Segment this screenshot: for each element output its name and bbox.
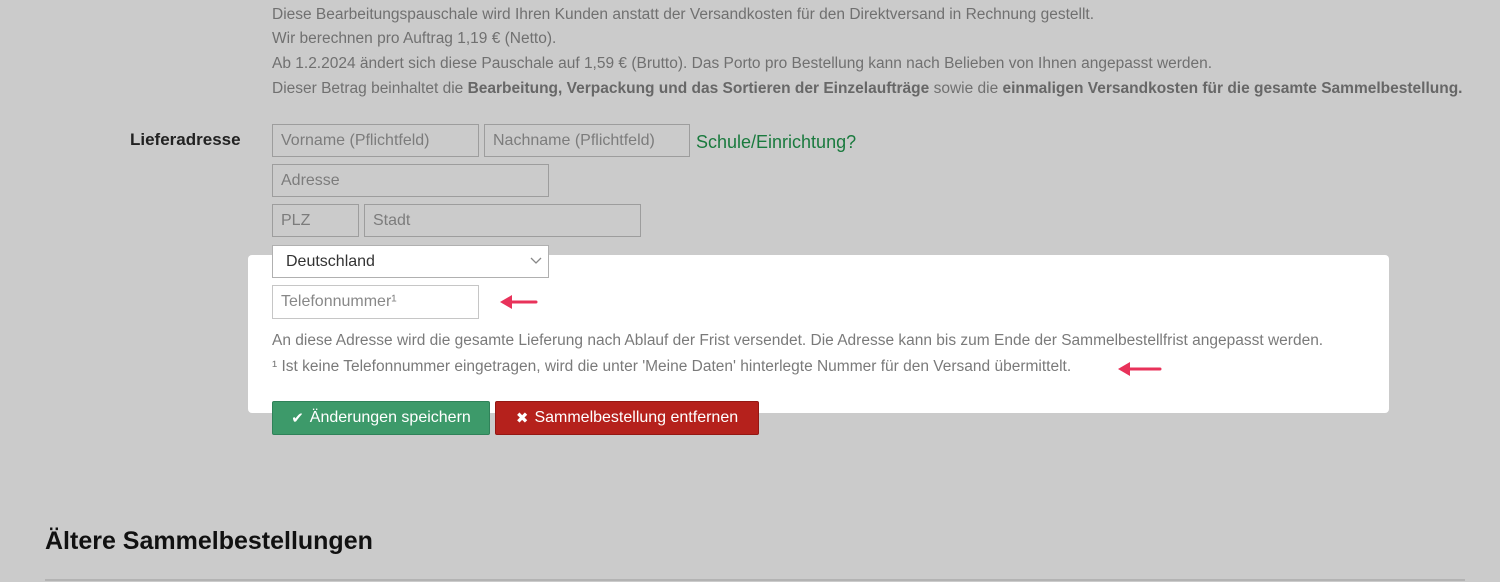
country-select[interactable]: Deutschland (272, 245, 549, 278)
arrow-left-icon (500, 295, 538, 309)
x-icon: ✖ (515, 410, 529, 427)
remove-collective-order-button[interactable]: ✖ Sammelbestellung entfernen (495, 401, 759, 435)
older-orders-heading: Ältere Sammelbestellungen (45, 527, 373, 555)
fee-info-text: Dieser Betrag beinhaltet die (272, 80, 468, 97)
fee-info-bold: einmaligen Versandkosten für die gesamte… (1002, 80, 1463, 97)
firstname-field[interactable] (272, 124, 479, 157)
fee-info-line-2: Wir berechnen pro Auftrag 1,19 € (Netto)… (272, 30, 557, 47)
delivery-address-label: Lieferadresse (130, 130, 241, 149)
school-institution-link[interactable]: Schule/Einrichtung? (696, 132, 856, 153)
divider (45, 579, 1465, 581)
save-changes-button[interactable]: ✔ Änderungen speichern (272, 401, 490, 435)
fee-info-text: sowie die (929, 80, 1003, 97)
street-field[interactable] (272, 164, 549, 197)
lastname-field[interactable] (484, 124, 690, 157)
city-field[interactable] (364, 204, 641, 237)
phone-footnote: ¹ Ist keine Telefonnummer eingetragen, w… (272, 358, 1072, 375)
fee-info-line-3: Ab 1.2.2024 ändert sich diese Pauschale … (272, 55, 1213, 72)
save-changes-label: Änderungen speichern (309, 409, 471, 426)
zip-field[interactable] (272, 204, 359, 237)
phone-field[interactable] (272, 285, 479, 319)
fee-info-line-4: Dieser Betrag beinhaltet die Bearbeitung… (272, 79, 1462, 99)
address-note: An diese Adresse wird die gesamte Liefer… (272, 332, 1324, 349)
remove-collective-order-label: Sammelbestellung entfernen (534, 409, 739, 426)
fee-info-bold: Bearbeitung, Verpackung und das Sortiere… (467, 80, 930, 97)
chevron-down-icon (530, 257, 542, 264)
arrow-left-icon (1118, 362, 1162, 376)
check-icon: ✔ (291, 410, 304, 427)
fee-info-line-1: Diese Bearbeitungspauschale wird Ihren K… (272, 6, 1094, 23)
country-select-value: Deutschland (286, 252, 375, 270)
